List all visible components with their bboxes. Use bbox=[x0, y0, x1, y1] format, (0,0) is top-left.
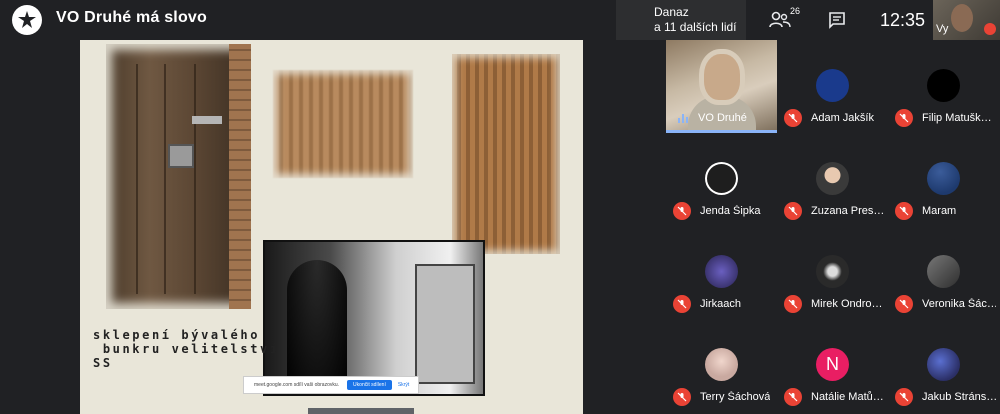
participant-tile[interactable]: Jenda Šipka bbox=[666, 133, 777, 226]
shared-slide: sklepení bývalého bunkru velitelství SS … bbox=[80, 40, 583, 414]
chat-button[interactable] bbox=[823, 8, 851, 32]
door-plank bbox=[136, 64, 138, 294]
participant-name: Maram bbox=[922, 205, 957, 217]
presenting-indicator[interactable]: Danaz a 11 dalších lidí bbox=[616, 0, 746, 40]
speaker-head bbox=[704, 54, 740, 100]
participant-avatar bbox=[816, 69, 849, 102]
participant-avatar bbox=[705, 348, 738, 381]
participant-avatar bbox=[927, 69, 960, 102]
presenter-others: a 11 dalších lidí bbox=[654, 20, 737, 34]
top-bar: VO Druhé má slovo Danaz a 11 dalších lid… bbox=[0, 0, 1000, 40]
presentation-stage: sklepení bývalého bunkru velitelství SS … bbox=[0, 40, 666, 414]
participant-tile-vo-druhe[interactable]: VO Druhé bbox=[666, 40, 777, 133]
cell-door-photo bbox=[106, 44, 251, 309]
mic-off-icon bbox=[673, 388, 691, 406]
participant-name: VO Druhé bbox=[698, 112, 747, 124]
participant-tile[interactable]: Jirkaach bbox=[666, 226, 777, 319]
corridor-arch bbox=[287, 260, 347, 390]
participant-avatar bbox=[705, 162, 738, 195]
door-plank bbox=[164, 64, 166, 294]
participant-name: Jenda Šipka bbox=[700, 205, 761, 217]
participant-tile[interactable]: Veronika Šác… bbox=[888, 226, 999, 319]
participant-name: Jakub Stráns… bbox=[922, 391, 996, 403]
mic-off-icon bbox=[784, 388, 802, 406]
share-bar-text: meet.google.com sdílí vaši obrazovku. bbox=[254, 382, 340, 388]
participant-name: Filip Matušk… bbox=[922, 112, 992, 124]
self-view-label: Vy bbox=[936, 23, 949, 35]
mic-off-icon bbox=[784, 109, 802, 127]
people-icon bbox=[769, 11, 791, 28]
participant-tile[interactable]: N Natálie Matů… bbox=[777, 319, 888, 412]
screen-share-bar: meet.google.com sdílí vaši obrazovku. Uk… bbox=[243, 376, 419, 394]
participant-avatar-letter: N bbox=[816, 348, 849, 381]
caption-line: bunkru velitelství bbox=[93, 342, 280, 356]
mic-off-icon bbox=[895, 388, 913, 406]
participant-tile[interactable]: Adam Jakšík bbox=[777, 40, 888, 133]
participant-name: Zuzana Pres… bbox=[811, 205, 885, 217]
wood-inscription-photo-2 bbox=[452, 54, 560, 254]
wood-inscription-photo-1 bbox=[273, 70, 413, 178]
participant-name: Natálie Matů… bbox=[811, 391, 884, 403]
participant-avatar bbox=[816, 255, 849, 288]
participant-tile[interactable]: Maram bbox=[888, 133, 999, 226]
hide-share-bar-button[interactable]: Skrýt bbox=[398, 382, 409, 388]
self-view-thumbnail[interactable]: Vy bbox=[933, 0, 1000, 40]
speaking-indicator-icon bbox=[678, 113, 690, 123]
participant-name: Adam Jakšík bbox=[811, 112, 874, 124]
door-plank bbox=[194, 64, 196, 294]
people-count: 26 bbox=[790, 6, 801, 16]
mic-off-icon bbox=[895, 295, 913, 313]
participant-tile[interactable]: Jakub Stráns… bbox=[888, 319, 999, 412]
participant-grid: VO Druhé Adam Jakšík Filip Matušk… Jenda… bbox=[666, 40, 1000, 414]
self-face bbox=[951, 4, 973, 32]
participant-avatar bbox=[927, 162, 960, 195]
mic-off-icon bbox=[673, 202, 691, 220]
slide-caption: sklepení bývalého bunkru velitelství SS bbox=[93, 328, 280, 370]
mic-off-icon bbox=[784, 202, 802, 220]
participant-avatar bbox=[816, 162, 849, 195]
mic-off-icon bbox=[784, 295, 802, 313]
participant-avatar bbox=[927, 348, 960, 381]
participant-tile[interactable]: Mirek Ondro… bbox=[777, 226, 888, 319]
mic-off-icon bbox=[673, 295, 691, 313]
stop-sharing-button[interactable]: Ukončit sdílení bbox=[347, 380, 392, 390]
caption-line: sklepení bývalého bbox=[93, 328, 261, 342]
door-lockplate bbox=[192, 116, 222, 124]
participant-name: Veronika Šác… bbox=[922, 298, 996, 310]
participant-tile[interactable]: Terry Šáchová bbox=[666, 319, 777, 412]
mic-off-icon bbox=[895, 202, 913, 220]
participant-tile[interactable]: Zuzana Pres… bbox=[777, 133, 888, 226]
participant-name: Terry Šáchová bbox=[700, 391, 771, 403]
bunker-corridor-photo bbox=[263, 240, 485, 396]
participant-avatar bbox=[927, 255, 960, 288]
presenter-name: Danaz bbox=[654, 5, 689, 19]
participant-name: Mirek Ondro… bbox=[811, 298, 883, 310]
door-handle bbox=[168, 144, 194, 168]
chat-icon bbox=[829, 12, 845, 29]
meeting-title: VO Druhé má slovo bbox=[56, 9, 207, 26]
meeting-logo bbox=[12, 5, 42, 35]
self-mic-off-icon bbox=[984, 23, 996, 35]
participant-avatar bbox=[705, 255, 738, 288]
logo-icon bbox=[18, 11, 36, 28]
clock: 12:35 bbox=[880, 10, 926, 30]
participant-tile[interactable]: Filip Matušk… bbox=[888, 40, 999, 133]
corridor-door bbox=[415, 264, 475, 384]
mic-off-icon bbox=[895, 109, 913, 127]
caption-line: SS bbox=[93, 356, 113, 370]
brick-wall bbox=[229, 44, 251, 309]
slide-scrollbar[interactable] bbox=[308, 408, 414, 414]
participant-name: Jirkaach bbox=[700, 298, 741, 310]
